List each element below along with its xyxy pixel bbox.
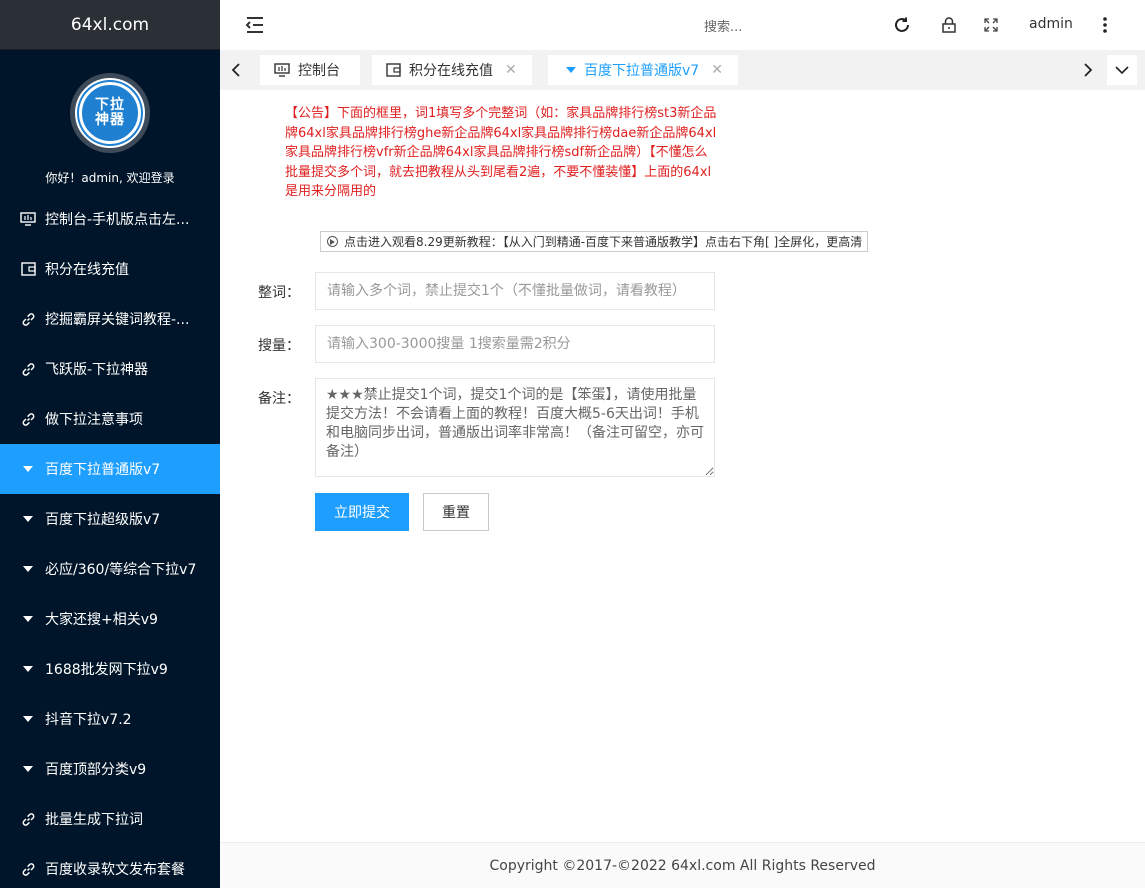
sidebar-item-9[interactable]: 1688批发网下拉v9 <box>0 644 220 694</box>
sidebar-item-label: 百度顶部分类v9 <box>45 762 147 778</box>
link-icon <box>20 411 36 427</box>
play-icon <box>327 236 338 247</box>
sidebar-item-5[interactable]: 百度下拉普通版v7 <box>0 444 220 494</box>
tab-close-icon[interactable]: ✕ <box>505 62 517 78</box>
tab-label: 百度下拉普通版v7 <box>584 63 700 79</box>
words-label: 整词： <box>258 285 300 301</box>
sidebar: 64xl.com 下拉 神器 你好！admin, 欢迎登录 控制台-手机版点击左… <box>0 0 220 888</box>
caret-down-icon <box>20 761 36 777</box>
monitor-icon <box>20 211 36 227</box>
sidebar-item-6[interactable]: 百度下拉超级版v7 <box>0 494 220 544</box>
tutorial-video-text: 点击进入观看8.29更新教程：【从入门到精通-百度下来普通版教学】点击右下角[ … <box>344 235 863 249</box>
lock-icon[interactable] <box>938 14 960 36</box>
caret-down-icon <box>20 511 36 527</box>
menu-fold-icon[interactable] <box>244 14 266 36</box>
avatar-logo: 下拉 神器 <box>79 82 141 144</box>
fullscreen-icon[interactable] <box>980 14 1002 36</box>
sidebar-item-1[interactable]: 积分在线充值 <box>0 244 220 294</box>
sidebar-item-label: 挖掘霸屏关键词教程-... <box>45 312 190 328</box>
main-content: 【公告】下面的框里，词1填写多个完整词（如：家具品牌排行榜st3新企品牌64xl… <box>220 90 1145 842</box>
refresh-icon[interactable] <box>891 14 913 36</box>
user-menu[interactable]: admin <box>1029 16 1073 32</box>
link-icon <box>20 361 36 377</box>
sidebar-item-0[interactable]: 控制台-手机版点击左... <box>0 194 220 244</box>
volume-input[interactable] <box>315 325 715 363</box>
monitor-icon <box>274 63 290 77</box>
tab-baidu-normal[interactable]: 百度下拉普通版v7 ✕ <box>548 55 738 85</box>
sidebar-item-13[interactable]: 百度收录软文发布套餐 <box>0 844 220 888</box>
tab-menu-chevron-down-icon[interactable] <box>1107 55 1137 85</box>
sidebar-item-11[interactable]: 百度顶部分类v9 <box>0 744 220 794</box>
sidebar-item-2[interactable]: 挖掘霸屏关键词教程-... <box>0 294 220 344</box>
top-header: 搜索... admin <box>220 0 1145 50</box>
sidebar-item-8[interactable]: 大家还搜+相关v9 <box>0 594 220 644</box>
link-icon <box>20 811 36 827</box>
sidebar-item-label: 1688批发网下拉v9 <box>45 662 168 678</box>
caret-down-icon <box>20 561 36 577</box>
recharge-icon <box>386 63 401 77</box>
avatar-text-line-1: 下拉 <box>95 97 125 113</box>
volume-label: 搜量： <box>258 338 300 354</box>
sidebar-item-10[interactable]: 抖音下拉v7.2 <box>0 694 220 744</box>
tab-label: 积分在线充值 <box>409 63 493 79</box>
notice-text: 【公告】下面的框里，词1填写多个完整词（如：家具品牌排行榜st3新企品牌64xl… <box>285 106 717 199</box>
site-logo[interactable]: 64xl.com <box>0 0 220 50</box>
welcome-text: 你好！admin, 欢迎登录 <box>45 171 175 185</box>
remark-label: 备注： <box>258 391 300 407</box>
sidebar-item-label: 飞跃版-下拉神器 <box>45 362 149 378</box>
caret-down-icon <box>20 611 36 627</box>
sidebar-item-label: 百度下拉普通版v7 <box>45 462 161 478</box>
tab-close-icon[interactable]: ✕ <box>711 62 723 78</box>
sidebar-item-label: 抖音下拉v7.2 <box>45 712 132 728</box>
footer: Copyright ©2017-©2022 64xl.com All Right… <box>220 842 1145 888</box>
copyright-text: Copyright ©2017-©2022 64xl.com All Right… <box>489 857 876 874</box>
sidebar-item-label: 百度下拉超级版v7 <box>45 512 161 528</box>
more-vertical-icon[interactable] <box>1094 14 1116 36</box>
sidebar-item-label: 必应/360/等综合下拉v7 <box>45 562 197 578</box>
sidebar-item-label: 做下拉注意事项 <box>45 412 143 428</box>
words-input[interactable] <box>315 272 715 310</box>
tab-recharge[interactable]: 积分在线充值 ✕ <box>372 55 532 85</box>
tutorial-video-link[interactable]: 点击进入观看8.29更新教程：【从入门到精通-百度下来普通版教学】点击右下角[ … <box>320 231 868 252</box>
sidebar-item-label: 控制台-手机版点击左... <box>45 212 190 228</box>
recharge-icon <box>20 261 36 277</box>
page-tabs: 控制台 积分在线充值 ✕ 百度下拉普通版v7 ✕ <box>220 50 1145 90</box>
caret-down-icon <box>20 461 36 477</box>
sidebar-item-label: 大家还搜+相关v9 <box>45 612 158 628</box>
avatar-text-line-2: 神器 <box>95 112 125 128</box>
remark-textarea[interactable]: ★★★禁止提交1个词，提交1个词的是【笨蛋】，请使用批量提交方法！不会请看上面的… <box>315 378 715 477</box>
sidebar-item-label: 百度收录软文发布套餐 <box>45 862 185 878</box>
sidebar-item-label: 积分在线充值 <box>45 262 129 278</box>
caret-down-icon <box>20 711 36 727</box>
tab-label: 控制台 <box>298 63 340 79</box>
sidebar-item-7[interactable]: 必应/360/等综合下拉v7 <box>0 544 220 594</box>
sidebar-item-label: 批量生成下拉词 <box>45 812 143 828</box>
caret-down-icon <box>20 661 36 677</box>
link-icon <box>20 861 36 877</box>
sidebar-item-12[interactable]: 批量生成下拉词 <box>0 794 220 844</box>
tab-scroll-left-icon[interactable] <box>221 55 251 85</box>
caret-down-icon <box>566 66 576 74</box>
sidebar-item-3[interactable]: 飞跃版-下拉神器 <box>0 344 220 394</box>
tab-scroll-right-icon[interactable] <box>1073 55 1103 85</box>
header-search[interactable]: 搜索... <box>704 16 742 35</box>
sidebar-item-4[interactable]: 做下拉注意事项 <box>0 394 220 444</box>
sidebar-nav: 控制台-手机版点击左... 积分在线充值挖掘霸屏关键词教程-... 飞跃版-下拉神器… <box>0 194 220 888</box>
reset-button[interactable]: 重置 <box>423 493 489 531</box>
avatar[interactable]: 下拉 神器 <box>70 73 150 153</box>
submit-button[interactable]: 立即提交 <box>315 493 409 531</box>
avatar-wrap: 下拉 神器 <box>0 73 220 153</box>
tab-dashboard[interactable]: 控制台 <box>260 55 360 85</box>
link-icon <box>20 311 36 327</box>
